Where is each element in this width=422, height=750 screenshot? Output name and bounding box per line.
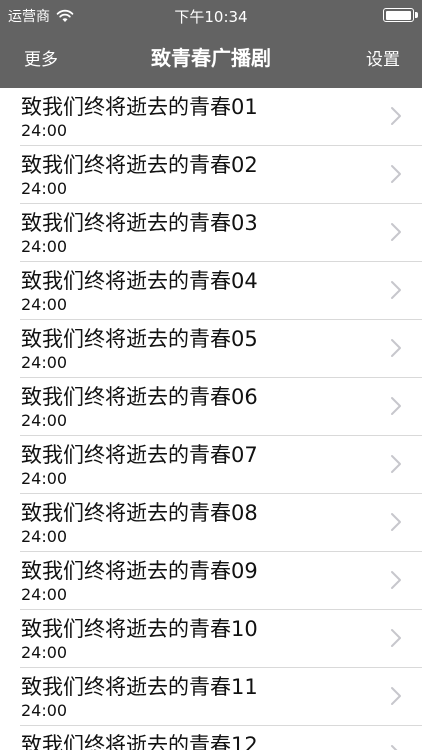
episode-duration: 24:00 xyxy=(21,701,68,720)
episode-title: 致我们终将逝去的青春07 xyxy=(21,443,258,467)
status-bar: 运营商 下午10:34 xyxy=(0,0,422,28)
list-item[interactable]: 致我们终将逝去的青春08 24:00 xyxy=(0,494,422,552)
episode-title: 致我们终将逝去的青春02 xyxy=(21,153,258,177)
top-bar: 运营商 下午10:34 更多 致青春广播剧 设置 xyxy=(0,0,422,88)
episode-duration: 24:00 xyxy=(21,179,68,198)
chevron-right-icon xyxy=(391,571,401,589)
episode-title: 致我们终将逝去的青春08 xyxy=(21,501,258,525)
list-item[interactable]: 致我们终将逝去的青春02 24:00 xyxy=(0,146,422,204)
list-item[interactable]: 致我们终将逝去的青春06 24:00 xyxy=(0,378,422,436)
app-root: 运营商 下午10:34 更多 致青春广播剧 设置 致我们终将逝去的青春01 24:… xyxy=(0,0,422,750)
list-item[interactable]: 致我们终将逝去的青春1224:00 xyxy=(0,726,422,750)
battery-level xyxy=(385,10,411,20)
page-title: 致青春广播剧 xyxy=(151,46,271,70)
episode-title: 致我们终将逝去的青春03 xyxy=(21,211,258,235)
chevron-right-icon xyxy=(391,687,401,705)
episode-title: 致我们终将逝去的青春10 xyxy=(21,617,258,641)
episode-duration: 24:00 xyxy=(21,353,68,372)
list-item[interactable]: 致我们终将逝去的青春01 24:00 xyxy=(0,88,422,146)
episode-title: 致我们终将逝去的青春11 xyxy=(21,675,258,699)
navigation-bar: 更多 致青春广播剧 设置 xyxy=(0,28,422,88)
episode-title: 致我们终将逝去的青春12 xyxy=(21,733,258,750)
chevron-right-icon xyxy=(391,629,401,647)
chevron-right-icon xyxy=(391,223,401,241)
episode-title: 致我们终将逝去的青春05 xyxy=(21,327,258,351)
episode-duration: 24:00 xyxy=(21,527,68,546)
status-time: 下午10:34 xyxy=(174,8,248,26)
list-item[interactable]: 致我们终将逝去的青春04 24:00 xyxy=(0,262,422,320)
chevron-right-icon xyxy=(391,107,401,125)
episode-title: 致我们终将逝去的青春04 xyxy=(21,269,258,293)
episode-title: 致我们终将逝去的青春06 xyxy=(21,385,258,409)
episode-duration: 24:00 xyxy=(21,295,68,314)
episode-duration: 24:00 xyxy=(21,643,68,662)
episode-duration: 24:00 xyxy=(21,411,68,430)
list-item[interactable]: 致我们终将逝去的青春05 24:00 xyxy=(0,320,422,378)
chevron-right-icon xyxy=(391,281,401,299)
chevron-right-icon xyxy=(391,455,401,473)
chevron-right-icon xyxy=(391,397,401,415)
chevron-right-icon xyxy=(391,745,398,750)
list-item[interactable]: 致我们终将逝去的青春11 24:00 xyxy=(0,668,422,726)
list-item[interactable]: 致我们终将逝去的青春07 24:00 xyxy=(0,436,422,494)
episode-duration: 24:00 xyxy=(21,585,68,604)
list-item[interactable]: 致我们终将逝去的青春03 24:00 xyxy=(0,204,422,262)
chevron-right-icon xyxy=(391,513,401,531)
chevron-right-icon xyxy=(391,339,401,357)
episode-duration: 24:00 xyxy=(21,237,68,256)
chevron-right-icon xyxy=(391,165,401,183)
list-item[interactable]: 致我们终将逝去的青春10 24:00 xyxy=(0,610,422,668)
settings-button[interactable]: 设置 xyxy=(366,45,400,70)
episode-list: 致我们终将逝去的青春01 24:00 致我们终将逝去的青春02 24:00 致我们终将逝… xyxy=(0,88,422,750)
episode-duration: 24:00 xyxy=(21,121,68,140)
battery-icon xyxy=(383,8,418,22)
list-item[interactable]: 致我们终将逝去的青春09 24:00 xyxy=(0,552,422,610)
episode-title: 致我们终将逝去的青春01 xyxy=(21,95,258,119)
episode-duration: 24:00 xyxy=(21,469,68,488)
episode-title: 致我们终将逝去的青春09 xyxy=(21,559,258,583)
